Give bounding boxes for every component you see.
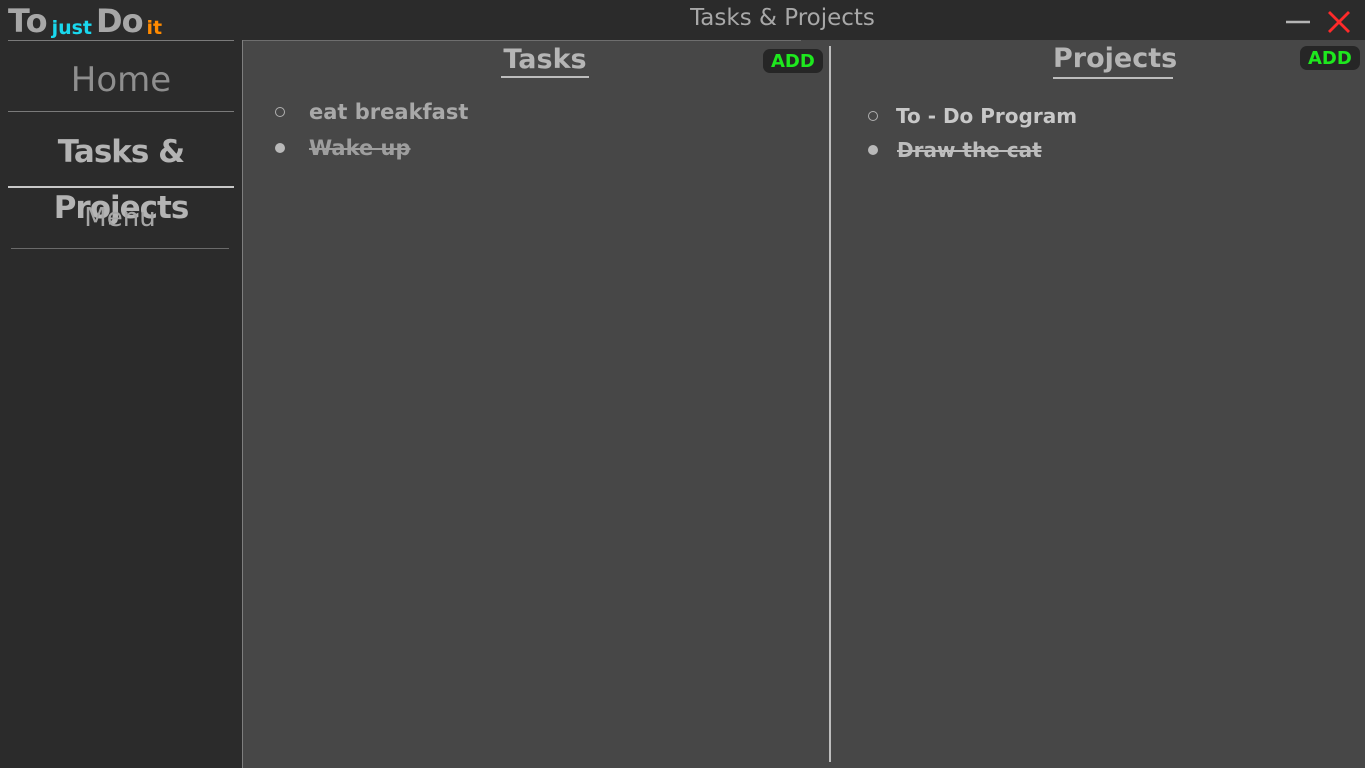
title-bar: To just Do it Tasks & Projects [0, 0, 1365, 40]
close-icon [1328, 11, 1350, 33]
window-title: Tasks & Projects [690, 5, 875, 31]
radio-filled-icon[interactable] [868, 145, 878, 155]
sidebar-item-tasks-projects[interactable]: Tasks & Projects [8, 124, 234, 226]
add-project-button[interactable]: ADD [1300, 46, 1360, 70]
sidebar-item-home[interactable]: Home [8, 40, 234, 112]
task-label[interactable]: Wake up [309, 134, 411, 162]
sidebar-item-menu[interactable]: Menu [11, 190, 229, 249]
app-window: To just Do it Tasks & Projects Home Tasks &… [0, 0, 1365, 768]
add-task-button[interactable]: ADD [763, 49, 823, 73]
sidebar: Home Tasks & Projects Menu [0, 40, 242, 768]
radio-empty-icon[interactable] [275, 107, 285, 117]
column-divider [829, 46, 831, 762]
radio-filled-icon[interactable] [275, 143, 285, 153]
projects-heading: Projects [1053, 42, 1177, 79]
project-label[interactable]: To - Do Program [896, 102, 1077, 130]
radio-empty-icon[interactable] [868, 111, 878, 121]
tasks-heading: Tasks [501, 44, 589, 78]
top-divider [243, 40, 801, 41]
minimize-icon [1286, 20, 1310, 24]
task-label[interactable]: eat breakfast [309, 98, 468, 126]
close-button[interactable] [1325, 8, 1353, 36]
minimize-button[interactable] [1284, 8, 1312, 34]
main-panel: Tasks ADD eat breakfast Wake up Projects… [242, 40, 1365, 768]
project-label[interactable]: Draw the cat [897, 136, 1042, 164]
